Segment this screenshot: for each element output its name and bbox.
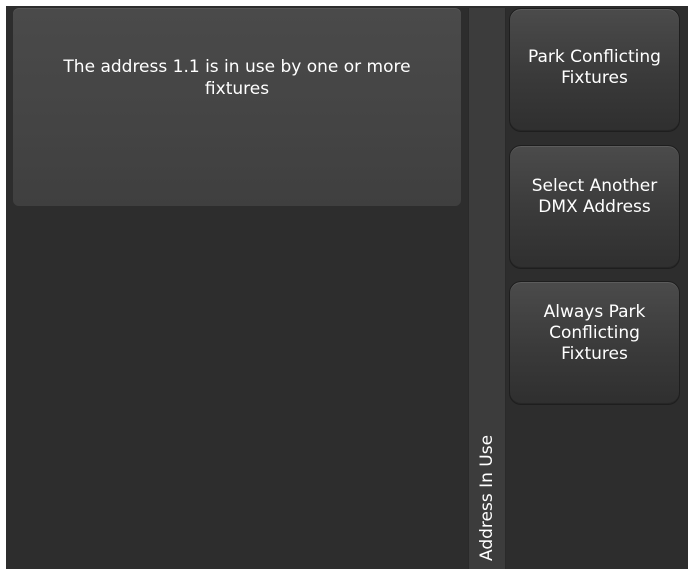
dialog-title-bar: Address In Use <box>468 8 506 569</box>
always-park-conflicting-fixtures-label: Always Park Conflicting Fixtures <box>543 302 646 364</box>
message-panel: The address 1.1 is in use by one or more… <box>13 8 461 206</box>
park-conflicting-fixtures-label: Park Conflicting Fixtures <box>528 47 661 88</box>
park-conflicting-fixtures-button[interactable]: Park Conflicting Fixtures <box>509 8 680 132</box>
message-text: The address 1.1 is in use by one or more… <box>63 57 411 99</box>
select-another-dmx-address-label: Select Another DMX Address <box>531 176 658 217</box>
always-park-conflicting-fixtures-button[interactable]: Always Park Conflicting Fixtures <box>509 281 680 405</box>
dialog-title: Address In Use <box>477 434 497 561</box>
select-another-dmx-address-button[interactable]: Select Another DMX Address <box>509 145 680 269</box>
